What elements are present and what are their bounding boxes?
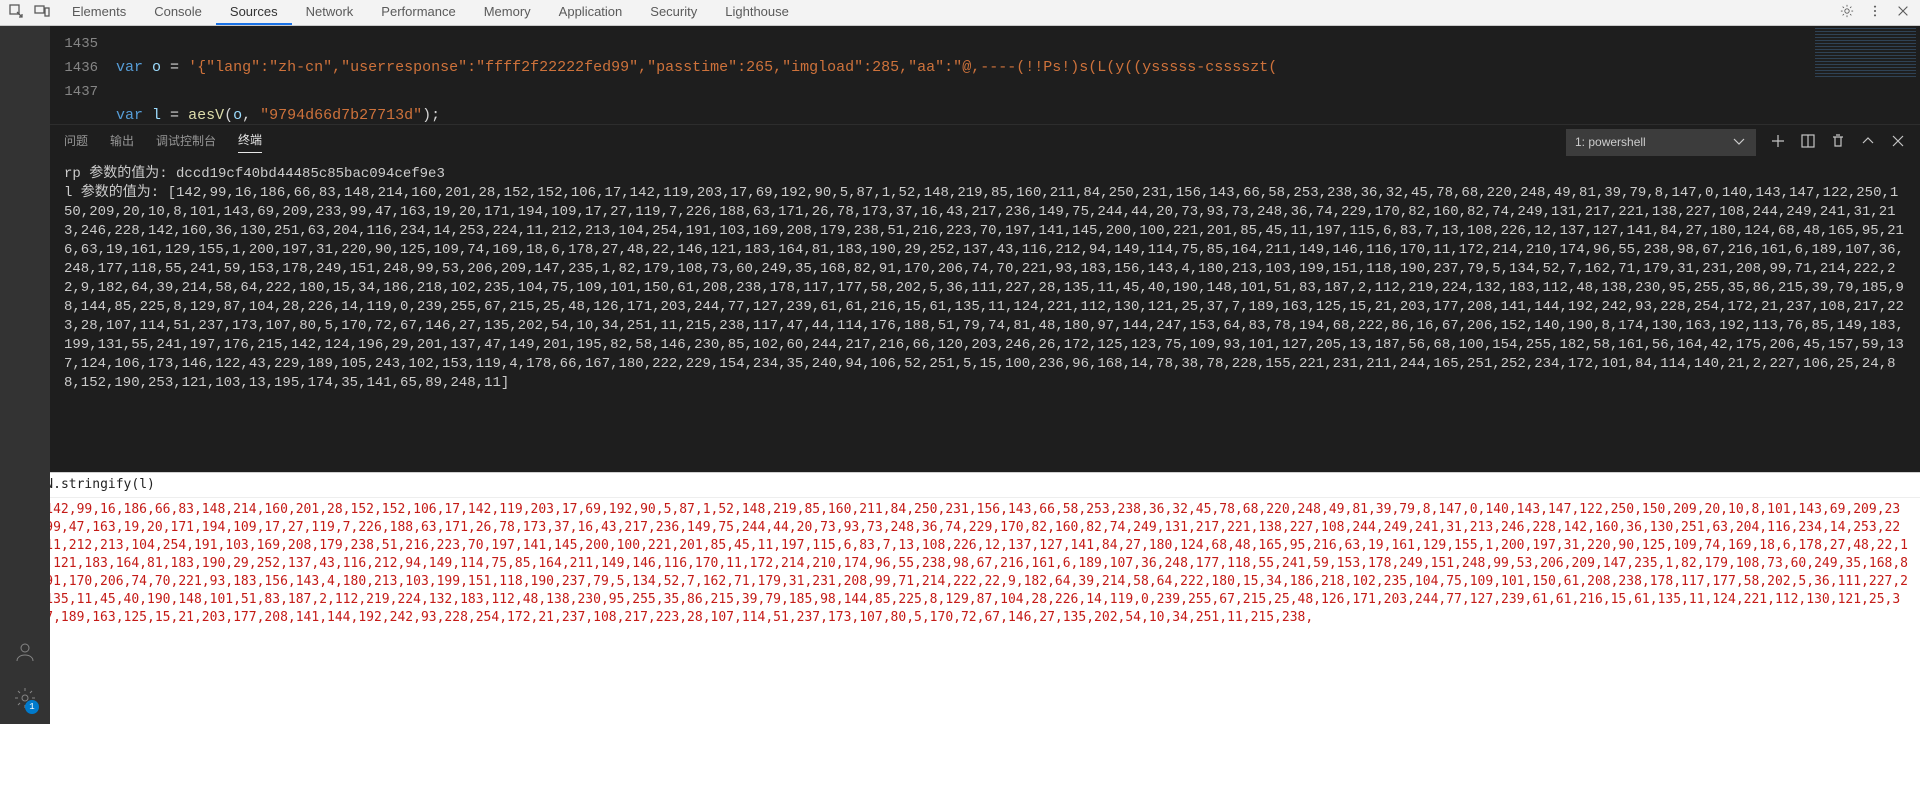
line-gutter: 1435 1436 1437	[50, 26, 116, 124]
panel-tab-debug[interactable]: 调试控制台	[156, 132, 216, 153]
settings-gear-icon[interactable]: 1	[13, 686, 37, 714]
terminal-line-1-label: rp 参数的值为:	[64, 166, 176, 182]
new-terminal-icon[interactable]	[1770, 133, 1786, 152]
account-icon[interactable]	[13, 640, 37, 668]
tab-security[interactable]: Security	[636, 0, 711, 25]
bottom-panel: 问题 输出 调试控制台 终端 1: powershell rp 参数的值为: d…	[50, 124, 1920, 472]
terminal-selector[interactable]: 1: powershell	[1566, 129, 1756, 156]
device-toggle-icon[interactable]	[34, 3, 50, 22]
terminal-output[interactable]: rp 参数的值为: dccd19cf40bd44485c85bac094cef9…	[50, 159, 1920, 472]
devtools-tabbar: Elements Console Sources Network Perform…	[0, 0, 1920, 26]
settings-badge: 1	[25, 700, 39, 714]
panel-tab-terminal[interactable]: 终端	[238, 131, 262, 153]
tab-sources[interactable]: Sources	[216, 0, 292, 25]
string: '{"lang":"zh-cn","userresponse":"ffff2f2…	[188, 59, 1277, 76]
terminal-selector-label: 1: powershell	[1575, 135, 1646, 149]
panel-tab-problems[interactable]: 问题	[64, 132, 88, 153]
punct: =	[161, 59, 188, 76]
panel-tab-output[interactable]: 输出	[110, 132, 134, 153]
variable: l	[152, 107, 161, 124]
tab-network[interactable]: Network	[292, 0, 368, 25]
function: aesV	[188, 107, 224, 124]
tab-memory[interactable]: Memory	[470, 0, 545, 25]
devtools-left-icons	[0, 3, 58, 22]
tab-lighthouse[interactable]: Lighthouse	[711, 0, 803, 25]
minimap-content	[1815, 28, 1916, 78]
line-number: 1436	[50, 56, 98, 80]
tab-application[interactable]: Application	[545, 0, 637, 25]
console-output-row: ‹· "[142,99,16,186,66,83,148,214,160,201…	[0, 498, 1920, 630]
terminal-line-2-value: [142,99,16,186,66,83,148,214,160,201,28,…	[64, 185, 1904, 391]
inspect-icon[interactable]	[8, 3, 24, 22]
panel-tabs: 问题 输出 调试控制台 终端 1: powershell	[50, 125, 1920, 159]
close-icon[interactable]	[1896, 4, 1910, 21]
more-icon[interactable]	[1868, 4, 1882, 21]
terminal-line-2-label: l 参数的值为:	[64, 185, 168, 201]
devtools-tabs: Elements Console Sources Network Perform…	[58, 0, 803, 25]
settings-icon[interactable]	[1840, 4, 1854, 21]
variable: o	[152, 59, 161, 76]
code-content[interactable]: var o = '{"lang":"zh-cn","userresponse":…	[116, 26, 1810, 124]
devtools-console: › JSON.stringify(l) ‹· "[142,99,16,186,6…	[0, 472, 1920, 807]
console-input-row[interactable]: › JSON.stringify(l)	[0, 473, 1920, 498]
minimap[interactable]	[1810, 26, 1920, 124]
terminal-line-1-value: dccd19cf40bd44485c85bac094cef9e3	[176, 166, 445, 182]
editor-area: 1 1435 1436 1437 var o = '{"lang":"zh-cn…	[0, 26, 1920, 124]
activity-bar: 1	[0, 26, 50, 724]
trash-icon[interactable]	[1830, 133, 1846, 152]
tab-elements[interactable]: Elements	[58, 0, 140, 25]
chevron-up-icon[interactable]	[1860, 133, 1876, 152]
devtools-right-controls	[1840, 4, 1920, 21]
keyword: var	[116, 59, 143, 76]
tab-performance[interactable]: Performance	[367, 0, 469, 25]
console-output-text: "[142,99,16,186,66,83,148,214,160,201,28…	[30, 501, 1914, 627]
line-number: 1437	[50, 80, 98, 104]
keyword: var	[116, 107, 143, 124]
line-number: 1435	[50, 32, 98, 56]
tab-console[interactable]: Console	[140, 0, 216, 25]
close-panel-icon[interactable]	[1890, 133, 1906, 152]
chevron-down-icon	[1731, 133, 1747, 152]
split-terminal-icon[interactable]	[1800, 133, 1816, 152]
